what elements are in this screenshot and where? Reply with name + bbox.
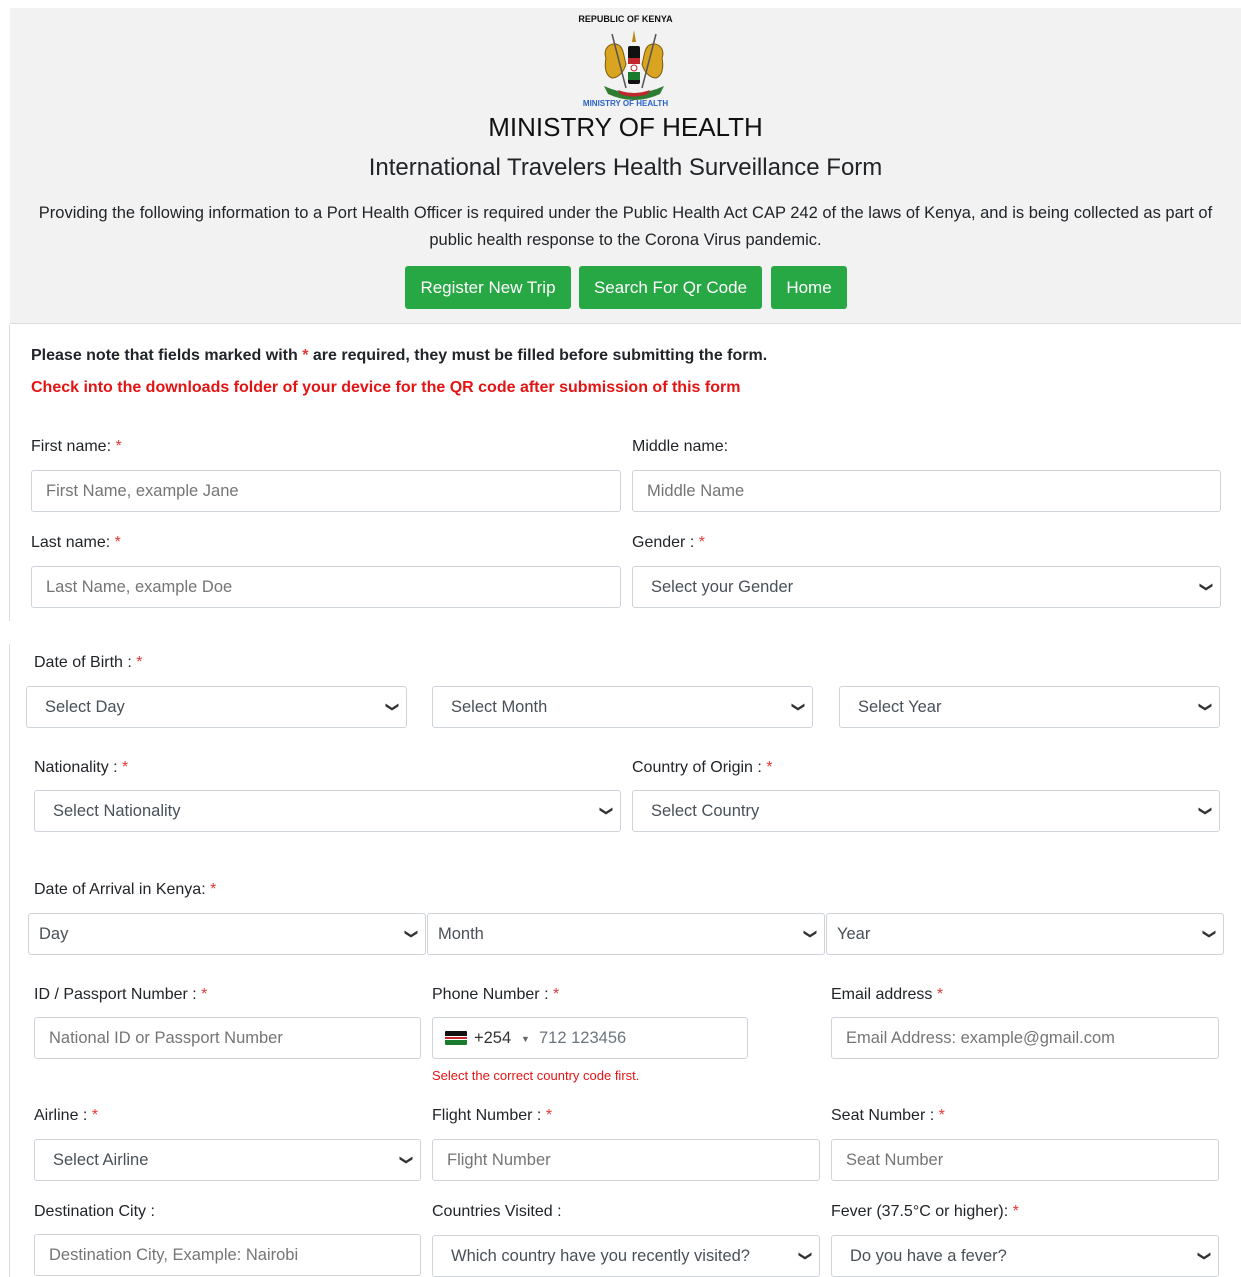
register-new-trip-button[interactable]: Register New Trip: [405, 266, 571, 309]
fever-value: Do you have a fever?: [850, 1247, 1007, 1265]
caret-down-icon[interactable]: ▼: [521, 1019, 530, 1059]
destination-label: Destination City :: [34, 1203, 155, 1220]
qr-warning-text: Check into the downloads folder of your …: [31, 379, 741, 396]
first-name-input[interactable]: [31, 470, 621, 512]
last-name-input[interactable]: [31, 566, 621, 608]
required-fields-note: Please note that fields marked with * ar…: [31, 347, 767, 365]
airline-select[interactable]: Select Airline ❯: [34, 1139, 421, 1181]
chevron-down-icon: ❯: [1198, 805, 1214, 817]
chevron-down-icon: ❯: [1198, 701, 1214, 713]
passport-input[interactable]: [34, 1017, 421, 1059]
gender-selected-value: Select your Gender: [651, 578, 794, 596]
chevron-down-icon: ❯: [1199, 581, 1215, 593]
chevron-down-icon: ❯: [1197, 1250, 1213, 1262]
republic-label: REPUBLIC OF KENYA: [578, 14, 673, 24]
countries-visited-label: Countries Visited :: [432, 1203, 562, 1220]
chevron-down-icon: ❯: [404, 928, 420, 940]
arrival-month-value: Month: [438, 925, 484, 943]
dob-day-value: Select Day: [45, 698, 125, 716]
seat-number-input[interactable]: [831, 1139, 1219, 1181]
dob-label: Date of Birth : *: [34, 654, 143, 671]
chevron-down-icon: ❯: [1202, 928, 1218, 940]
dob-day-select[interactable]: Select Day ❯: [26, 686, 407, 728]
flight-label: Flight Number : *: [432, 1107, 553, 1124]
country-origin-value: Select Country: [651, 802, 760, 820]
chevron-down-icon: ❯: [599, 805, 615, 817]
airline-label: Airline : *: [34, 1107, 99, 1124]
phone-help-text: Select the correct country code first.: [432, 1068, 640, 1083]
arrival-day-select[interactable]: Day ❯: [28, 913, 426, 955]
fever-select[interactable]: Do you have a fever? ❯: [831, 1235, 1219, 1277]
country-code[interactable]: +254: [474, 1018, 511, 1058]
first-name-label: First name: *: [31, 438, 122, 455]
chevron-down-icon: ❯: [798, 1250, 814, 1262]
passport-label: ID / Passport Number : *: [34, 986, 208, 1003]
ministry-title: MINISTRY OF HEALTH: [488, 112, 763, 142]
country-origin-label: Country of Origin : *: [632, 759, 773, 776]
intro-text: Providing the following information to a…: [38, 204, 1213, 249]
countries-visited-select[interactable]: Which country have you recently visited?…: [432, 1235, 820, 1277]
kenya-flag-icon[interactable]: [445, 1031, 467, 1045]
email-input[interactable]: [831, 1017, 1219, 1059]
arrival-month-select[interactable]: Month ❯: [427, 913, 825, 955]
email-label: Email address *: [831, 986, 944, 1003]
dob-year-value: Select Year: [858, 698, 942, 716]
dob-month-value: Select Month: [451, 698, 548, 716]
gender-select[interactable]: Select your Gender ❯: [632, 566, 1221, 608]
section-divider: [9, 644, 10, 1277]
ministry-small-label: MINISTRY OF HEALTH: [582, 99, 669, 108]
countries-visited-value: Which country have you recently visited?: [451, 1247, 750, 1265]
airline-value: Select Airline: [53, 1151, 149, 1169]
dob-year-select[interactable]: Select Year ❯: [839, 686, 1220, 728]
chevron-down-icon: ❯: [791, 701, 807, 713]
required-note-pre: Please note that fields marked with: [31, 347, 303, 364]
page-header: REPUBLIC OF KENYA MINISTRY OF HEALTH MIN…: [10, 8, 1241, 324]
phone-placeholder: 712 123456: [539, 1029, 627, 1047]
arrival-date-label: Date of Arrival in Kenya: *: [34, 881, 217, 898]
last-name-label: Last name: *: [31, 534, 121, 551]
home-button[interactable]: Home: [771, 266, 847, 309]
middle-name-label: Middle name:: [632, 438, 729, 455]
kenya-coat-of-arms-icon: [604, 30, 664, 100]
gender-label: Gender : *: [632, 534, 705, 551]
seat-label: Seat Number : *: [831, 1107, 945, 1124]
nationality-label: Nationality : *: [34, 759, 129, 776]
fever-label: Fever (37.5°C or higher): *: [831, 1203, 1019, 1220]
required-note-post: are required, they must be filled before…: [308, 347, 768, 364]
page-title: International Travelers Health Surveilla…: [368, 154, 883, 181]
section-divider: [9, 325, 10, 621]
chevron-down-icon: ❯: [385, 701, 401, 713]
arrival-year-value: Year: [837, 925, 871, 943]
destination-city-input[interactable]: [34, 1234, 421, 1276]
chevron-down-icon: ❯: [399, 1154, 415, 1166]
arrival-year-select[interactable]: Year ❯: [826, 913, 1224, 955]
arrival-day-value: Day: [39, 925, 69, 943]
phone-label: Phone Number : *: [432, 986, 560, 1003]
chevron-down-icon: ❯: [803, 928, 819, 940]
nationality-select[interactable]: Select Nationality ❯: [34, 790, 621, 832]
country-origin-select[interactable]: Select Country ❯: [632, 790, 1220, 832]
dob-month-select[interactable]: Select Month ❯: [432, 686, 813, 728]
nationality-value: Select Nationality: [53, 802, 181, 820]
search-qr-code-button[interactable]: Search For Qr Code: [579, 266, 762, 309]
phone-input[interactable]: +254 ▼ 712 123456: [432, 1017, 748, 1059]
flight-number-input[interactable]: [432, 1139, 820, 1181]
middle-name-input[interactable]: [632, 470, 1221, 512]
